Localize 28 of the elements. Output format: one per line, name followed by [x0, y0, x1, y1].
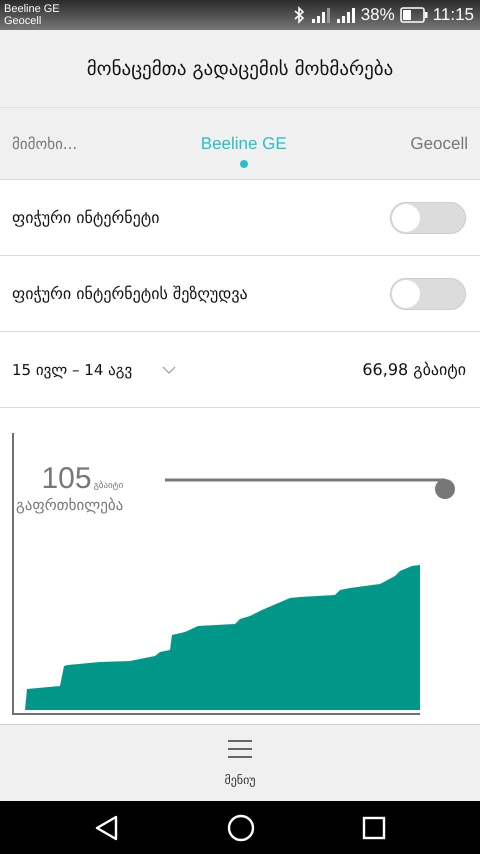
signal-icon: [310, 7, 331, 23]
screen-title: მონაცემთა გადაცემის მოხმარება: [86, 58, 394, 80]
toggle-switch[interactable]: [390, 202, 466, 234]
bluetooth-icon: [292, 6, 306, 24]
clock-time: 11:15: [432, 5, 474, 25]
setting-label: ფიჭური ინტერნეტის შეზღუდვა: [12, 284, 248, 303]
battery-icon: [400, 7, 428, 23]
date-range: 15 ივლ – 14 აგვ: [12, 360, 132, 378]
home-icon[interactable]: [226, 814, 255, 842]
data-usage-amount: 66,98 გბაიტი: [362, 360, 466, 379]
back-icon[interactable]: [94, 814, 120, 840]
menu-button[interactable]: მენიუ: [216, 735, 264, 791]
carrier-tab[interactable]: მიმოხი...: [12, 130, 78, 156]
warning-unit: გბაიტი: [94, 481, 124, 491]
warning-label: გაფრთხილება: [16, 496, 124, 514]
menu-icon: [227, 739, 253, 759]
carrier-name: Beeline GE: [4, 3, 60, 15]
recents-icon[interactable]: [362, 816, 386, 840]
signal-icon: [336, 7, 356, 23]
warning-value: 105: [42, 462, 92, 496]
selected-tab-dot: [240, 160, 248, 168]
carrier-name: Geocell: [4, 15, 42, 27]
warning-limit-handle[interactable]: [165, 478, 455, 499]
toggle-switch[interactable]: [390, 278, 466, 310]
dropdown-chevron-icon[interactable]: [162, 366, 176, 374]
setting-label: ფიჭური ინტერნეტი: [12, 208, 160, 227]
battery-percent: 38%: [360, 5, 395, 25]
carrier-tab[interactable]: Geocell: [410, 130, 468, 158]
